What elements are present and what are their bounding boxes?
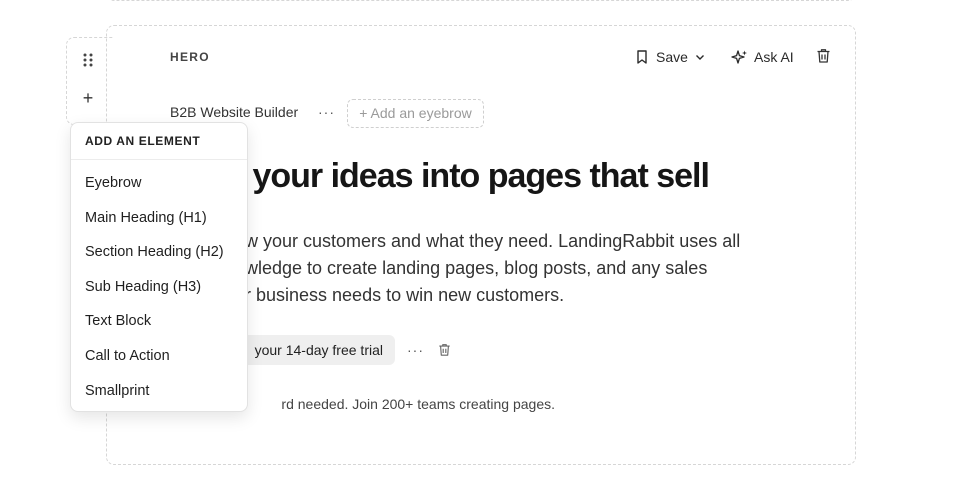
menu-title: ADD AN ELEMENT — [71, 123, 247, 160]
text-line: r business needs to win new customers. — [245, 285, 565, 305]
ask-ai-button[interactable]: Ask AI — [731, 46, 794, 68]
save-label: Save — [656, 49, 688, 65]
bookmark-icon — [637, 50, 647, 64]
menu-item-section-heading[interactable]: Section Heading (H2) — [71, 235, 247, 270]
text-block[interactable]: w your customers and what they need. Lan… — [175, 228, 775, 309]
previous-section-card — [106, 0, 856, 1]
eyebrow-text[interactable]: B2B Website Builder — [170, 104, 298, 120]
add-eyebrow-button[interactable]: + Add an eyebrow — [347, 99, 484, 128]
main-heading-visible: your ideas into pages that sell — [252, 157, 709, 195]
drag-handle-icon[interactable] — [82, 52, 94, 68]
menu-item-call-to-action[interactable]: Call to Action — [71, 339, 247, 374]
chevron-down-icon — [695, 55, 704, 60]
menu-item-text-block[interactable]: Text Block — [71, 304, 247, 339]
sparkle-icon — [731, 49, 747, 64]
save-button[interactable]: Save — [634, 46, 706, 68]
main-heading[interactable]: Turn your ideas into pages that sell — [175, 157, 815, 196]
add-element-button[interactable]: + — [78, 88, 98, 108]
eyebrow-more-button[interactable]: ··· — [318, 104, 335, 120]
delete-section-icon[interactable] — [816, 48, 831, 64]
text-line: w your customers and what they need. Lan… — [245, 231, 741, 251]
ask-ai-label: Ask AI — [754, 49, 794, 65]
menu-item-smallprint[interactable]: Smallprint — [71, 374, 247, 409]
text-line: wledge to create landing pages, blog pos… — [245, 258, 708, 278]
delete-cta-icon[interactable] — [438, 343, 451, 357]
menu-item-sub-heading[interactable]: Sub Heading (H3) — [71, 270, 247, 305]
cta-more-button[interactable]: ··· — [407, 342, 424, 358]
section-label: HERO — [170, 50, 210, 64]
menu-item-eyebrow[interactable]: Eyebrow — [71, 166, 247, 201]
section-handle — [66, 37, 113, 125]
add-element-menu: ADD AN ELEMENT Eyebrow Main Heading (H1)… — [70, 122, 248, 412]
menu-item-main-heading[interactable]: Main Heading (H1) — [71, 201, 247, 236]
